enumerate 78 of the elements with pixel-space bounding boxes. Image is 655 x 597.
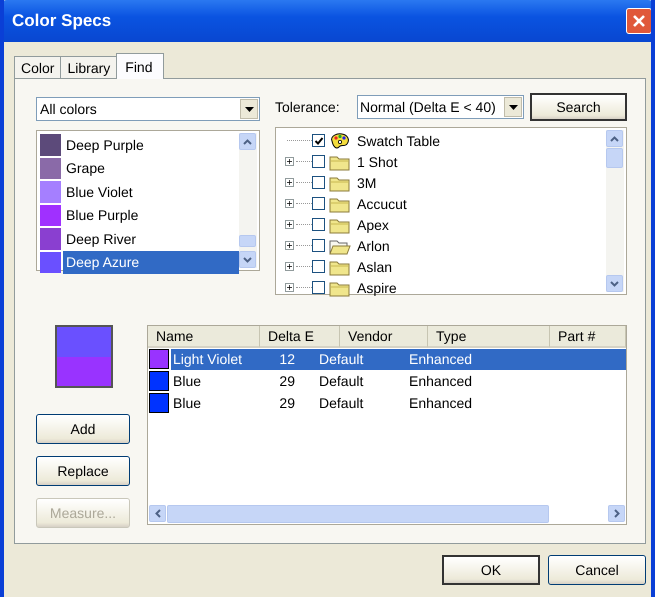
library-name[interactable]: 3M [357,174,376,190]
caret-icon [244,106,254,112]
checkbox[interactable] [312,218,325,231]
chevron-down-icon [610,280,619,286]
expand-button[interactable] [285,199,294,208]
expand-button[interactable] [285,220,294,229]
checkbox[interactable] [312,260,325,273]
filter-dropdown[interactable]: All colors [36,97,260,121]
tab[interactable]: Library [60,56,118,78]
column-header[interactable]: Delta E [260,326,340,348]
color-preview [55,325,113,388]
library-name[interactable]: Aslan [357,258,392,274]
close-icon [632,14,646,28]
library-name[interactable]: Apex [357,216,389,232]
table-cell-text: 29 [278,373,296,389]
table-cell-text: Default [318,351,364,367]
caret-icon [508,104,518,110]
table-cell-text: Light Violet [172,351,244,367]
column-header[interactable]: Type [428,326,550,348]
scrollbar[interactable] [239,133,257,268]
scroll-thumb[interactable] [606,148,623,168]
checkbox[interactable] [312,281,325,294]
checkbox[interactable] [312,176,325,189]
library-name[interactable]: Accucut [357,196,407,212]
tolerance-label: Tolerance: [275,99,341,115]
chevron-up-icon [610,136,619,142]
checkbox[interactable] [312,155,325,168]
action-button[interactable]: Add [36,414,130,444]
table-row[interactable]: Blue 29 Default Enhanced [171,370,626,392]
action-button[interactable]: Replace [36,456,130,486]
table-row[interactable]: Light Violet 12 Default Enhanced [171,348,626,370]
table-cell-text: 12 [278,351,296,367]
table-cell-text: Blue [172,373,202,389]
color-list-item[interactable]: Deep River [39,227,239,250]
color-list-item[interactable]: Deep Purple [39,133,239,156]
scroll-thumb[interactable] [239,235,256,247]
table-cell-text: Default [318,395,364,411]
window-title: Color Specs [12,11,112,31]
tolerance-dropdown[interactable]: Normal (Delta E < 40) [357,95,524,119]
tab[interactable]: Find [116,53,164,79]
library-name[interactable]: Arlon [357,238,390,254]
table-cell-text: Enhanced [408,395,474,411]
scrollbar[interactable] [606,130,624,292]
palette-icon [329,132,351,150]
checkbox[interactable] [312,239,325,252]
color-list-item[interactable]: Blue Purple [39,204,239,227]
checkbox[interactable] [312,134,325,147]
search-button[interactable]: Search [530,93,627,121]
expand-button[interactable] [285,262,294,271]
table-cell-text: Enhanced [408,373,474,389]
checkbox[interactable] [312,197,325,210]
column-header[interactable]: Part # [550,326,626,348]
chevron-down-icon [243,256,252,262]
close-button[interactable] [626,8,651,34]
column-header[interactable]: Vendor [340,326,428,348]
table-row[interactable]: Blue 29 Default Enhanced [171,392,626,414]
expand-button[interactable] [285,241,294,250]
library-name[interactable]: Swatch Table [357,132,440,148]
chevron-right-icon [614,509,620,518]
chevron-up-icon [243,138,252,144]
table-cell-text: 29 [278,395,296,411]
color-list-item[interactable]: Grape [39,156,239,180]
table-cell-text: Blue [172,395,202,411]
tab[interactable]: Color [14,56,62,78]
column-header[interactable]: Name [148,326,260,348]
library-name[interactable]: 1 Shot [357,154,398,170]
dialog-button[interactable]: OK [442,555,540,585]
chevron-left-icon [154,509,160,518]
color-list-item[interactable]: Blue Violet [39,180,239,204]
library-name[interactable]: Aspire [357,280,397,296]
expand-button[interactable] [285,157,294,166]
table-cell-text: Default [318,373,364,389]
table-cell-text: Enhanced [408,351,474,367]
scrollbar[interactable] [148,505,626,524]
expand-button[interactable] [285,178,294,187]
expand-button[interactable] [285,283,294,292]
dialog-button[interactable]: Cancel [548,555,646,585]
scroll-thumb[interactable] [167,505,549,523]
